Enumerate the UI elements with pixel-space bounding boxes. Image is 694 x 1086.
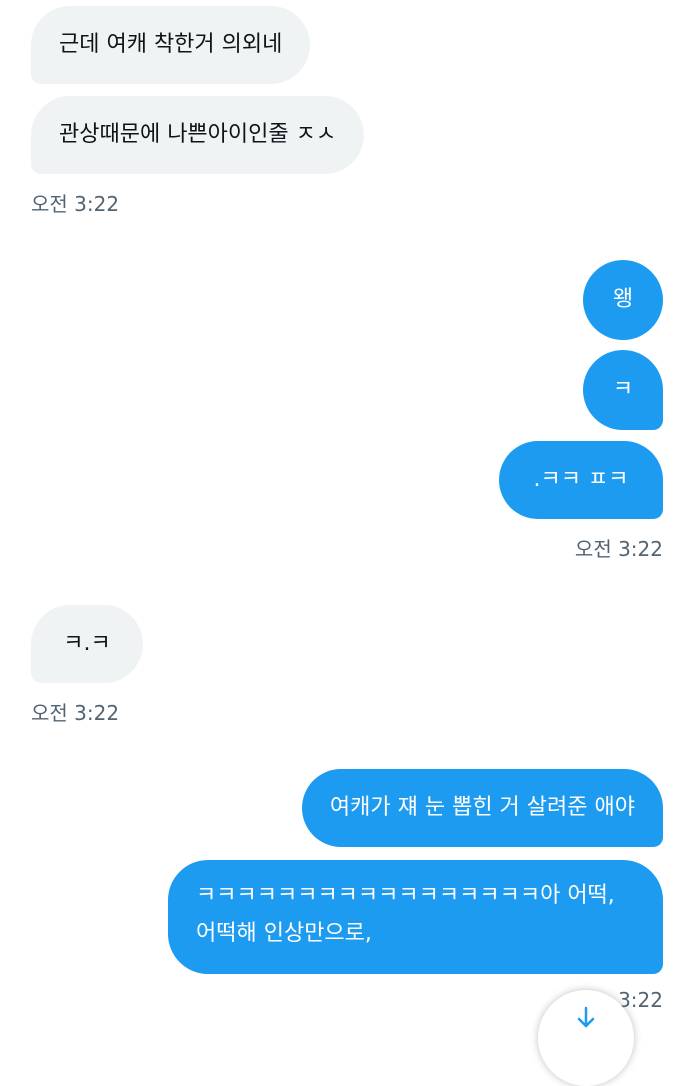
message-bubble-incoming[interactable]: 관상때문에 나쁜아이인줄 ㅈㅅ (31, 96, 365, 174)
message-text: ㅋ (612, 377, 634, 402)
message-text: .ㅋㅋ ㅍㅋ (533, 467, 629, 492)
message-text: 여캐가 쟤 눈 뽑힌 거 살려준 애야 (329, 795, 635, 820)
arrow-down-icon (577, 1006, 595, 1028)
message-bubble-incoming[interactable]: ㅋ.ㅋ (31, 605, 143, 683)
message-timestamp: 오전 3:22 (574, 537, 663, 561)
message-timestamp: 3:22 (618, 988, 663, 1012)
message-bubble-outgoing[interactable]: .ㅋㅋ ㅍㅋ (499, 441, 663, 519)
message-bubble-outgoing[interactable]: 여캐가 쟤 눈 뽑힌 거 살려준 애야 (301, 769, 663, 847)
message-text: 근데 여캐 착한거 의외네 (59, 32, 283, 57)
message-text: 왱 (612, 287, 634, 312)
message-text-line: ㅋㅋㅋㅋㅋㅋㅋㅋㅋㅋㅋㅋㅋㅋㅋㅋㅋ아 어떡, (196, 883, 615, 908)
message-bubble-outgoing[interactable]: ㅋ (583, 350, 663, 430)
scroll-to-bottom-button[interactable] (538, 990, 634, 1086)
message-text: 관상때문에 나쁜아이인줄 ㅈㅅ (59, 122, 337, 147)
message-text: ㅋ.ㅋ (63, 631, 111, 656)
message-bubble-outgoing[interactable]: ㅋㅋㅋㅋㅋㅋㅋㅋㅋㅋㅋㅋㅋㅋㅋㅋㅋ아 어떡, 어떡해 인상만으로, (168, 860, 663, 974)
message-timestamp: 오전 3:22 (31, 701, 120, 725)
message-bubble-incoming[interactable]: 근데 여캐 착한거 의외네 (31, 6, 311, 84)
message-text-line: 어떡해 인상만으로, (196, 921, 372, 946)
message-timestamp: 오전 3:22 (31, 192, 120, 216)
message-bubble-outgoing[interactable]: 왱 (583, 260, 663, 340)
